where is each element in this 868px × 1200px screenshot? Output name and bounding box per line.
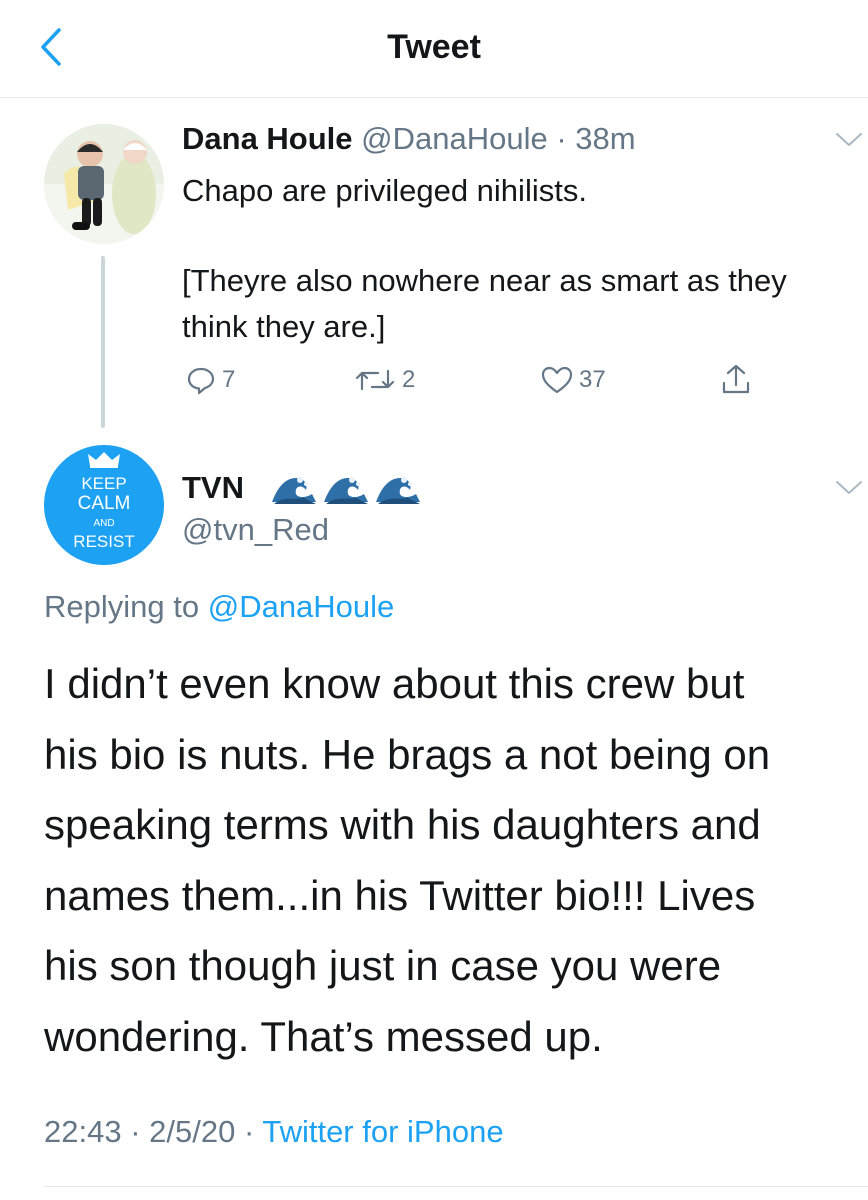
meta-separator: · xyxy=(547,121,576,156)
tweet1-text: Chapo are privileged nihilists. [Theyre … xyxy=(182,168,822,350)
author-name[interactable]: Dana Houle xyxy=(182,121,353,156)
page-title: Tweet xyxy=(387,28,481,66)
crown-icon xyxy=(88,452,120,468)
heart-icon xyxy=(541,366,573,394)
thread-connector-line xyxy=(101,256,105,428)
name-emojis xyxy=(270,468,422,508)
like-count: 37 xyxy=(579,366,606,393)
tweet-time: 22:43 xyxy=(44,1114,122,1149)
author-name[interactable]: TVN xyxy=(182,470,244,506)
tweet-source-link[interactable]: Twitter for iPhone xyxy=(262,1114,503,1149)
avatar-text: CALM xyxy=(77,493,131,514)
reply-icon xyxy=(187,367,215,395)
retweet-count: 2 xyxy=(402,366,416,393)
water-wave-icon xyxy=(376,477,420,504)
share-icon xyxy=(722,364,750,394)
like-button[interactable]: 37 xyxy=(541,360,606,400)
avatar-text: RESIST xyxy=(73,532,135,551)
reply-button[interactable]: 7 xyxy=(186,360,235,400)
water-wave-icon xyxy=(324,477,368,504)
share-button[interactable] xyxy=(720,360,752,400)
divider xyxy=(44,1186,868,1187)
avatar-dana-houle[interactable] xyxy=(44,124,164,244)
tweet-text-line: Chapo are privileged nihilists. xyxy=(182,173,587,208)
avatar-text: AND xyxy=(93,518,115,529)
tweet-timestamp: 38m xyxy=(575,121,636,156)
meta-separator: · xyxy=(121,1114,150,1149)
reply-count: 7 xyxy=(222,366,236,393)
tweet-date: 2/5/20 xyxy=(149,1114,236,1149)
meta-separator: · xyxy=(235,1114,263,1149)
tweet2-more-chevron-down-icon[interactable] xyxy=(834,478,864,498)
tweet1-header: Dana Houle @DanaHoule · 38m xyxy=(182,121,636,157)
retweet-icon xyxy=(355,369,395,391)
avatar-text: KEEP xyxy=(81,474,127,493)
tweet-meta-footer: 22:43 · 2/5/20 · Twitter for iPhone xyxy=(44,1114,504,1150)
replying-to-handle-link[interactable]: @DanaHoule xyxy=(208,589,395,624)
author-handle[interactable]: @tvn_Red xyxy=(182,512,329,548)
replying-prefix: Replying to xyxy=(44,589,200,624)
author-handle[interactable]: @DanaHoule xyxy=(361,121,548,156)
tweet-text-line: [Theyre also nowhere near as smart as th… xyxy=(182,263,787,344)
water-wave-icon xyxy=(272,477,316,504)
retweet-button[interactable]: 2 xyxy=(354,360,415,400)
replying-to: Replying to @DanaHoule xyxy=(44,589,394,625)
top-bar: Tweet xyxy=(0,0,868,98)
tweet1-more-chevron-down-icon[interactable] xyxy=(834,130,864,150)
avatar-tvn[interactable]: KEEP CALM AND RESIST xyxy=(44,445,164,565)
tweet2-text: I didn’t even know about this crew but h… xyxy=(44,660,771,1060)
